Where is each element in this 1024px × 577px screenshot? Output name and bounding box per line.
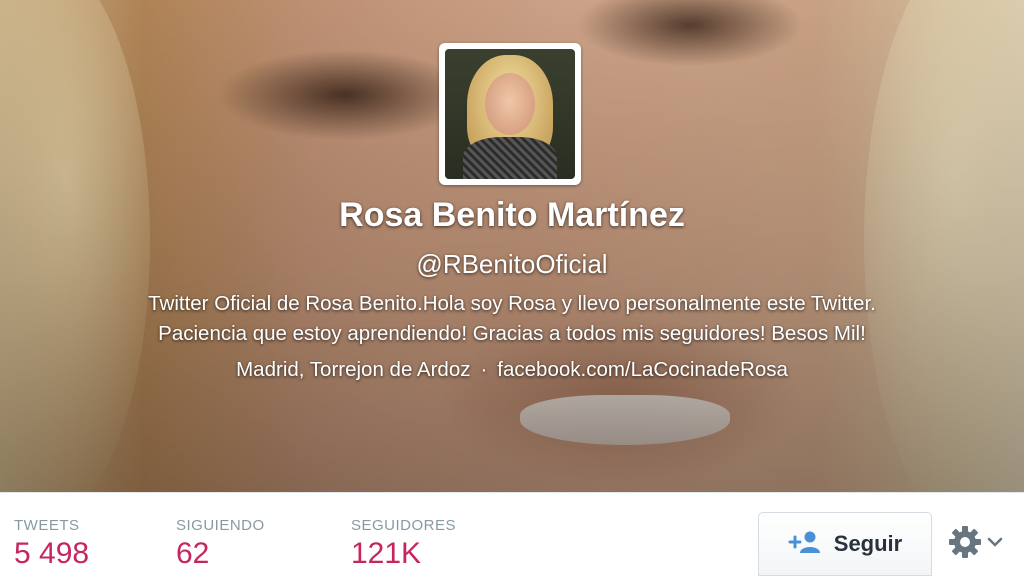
stat-label: SEGUIDORES <box>351 517 457 534</box>
profile-handle: @RBenitoOficial <box>416 249 608 279</box>
profile-header: Rosa Benito Martínez @RBenitoOficial Twi… <box>0 0 1024 492</box>
stat-label: TWEETS <box>14 517 80 534</box>
profile-name: Rosa Benito Martínez <box>339 196 685 234</box>
settings-dropdown[interactable] <box>947 524 1007 564</box>
stat-value: 62 <box>176 537 210 570</box>
stat-following[interactable]: SIGUIENDO 62 <box>176 517 265 571</box>
chevron-down-icon <box>987 535 1003 553</box>
profile-bio: Twitter Oficial de Rosa Benito.Hola soy … <box>50 289 974 349</box>
stat-value: 121K <box>351 537 422 570</box>
profile-location: Madrid, Torrejon de Ardoz <box>236 358 471 381</box>
stat-followers[interactable]: SEGUIDORES 121K <box>351 517 456 571</box>
meta-separator: · <box>480 358 488 381</box>
bio-line: Paciencia que estoy aprendiendo! Gracias… <box>158 322 866 345</box>
bio-line: Twitter Oficial de Rosa Benito.Hola soy … <box>148 292 876 315</box>
avatar[interactable] <box>439 43 581 185</box>
avatar-photo <box>445 49 575 179</box>
profile-meta: Madrid, Torrejon de Ardoz · facebook.com/L… <box>0 358 1024 382</box>
add-user-icon <box>788 530 822 559</box>
avatar-face <box>485 73 535 135</box>
stat-value: 5 498 <box>14 537 90 570</box>
avatar-body <box>463 137 557 179</box>
profile-website-link[interactable]: facebook.com/LaCocinadeRosa <box>497 358 788 381</box>
follow-button[interactable]: Seguir <box>758 512 932 576</box>
stat-tweets[interactable]: TWEETS 5 498 <box>14 517 89 571</box>
follow-button-label: Seguir <box>833 531 903 556</box>
stat-label: SIGUIENDO <box>176 517 265 534</box>
gear-icon <box>947 524 983 565</box>
